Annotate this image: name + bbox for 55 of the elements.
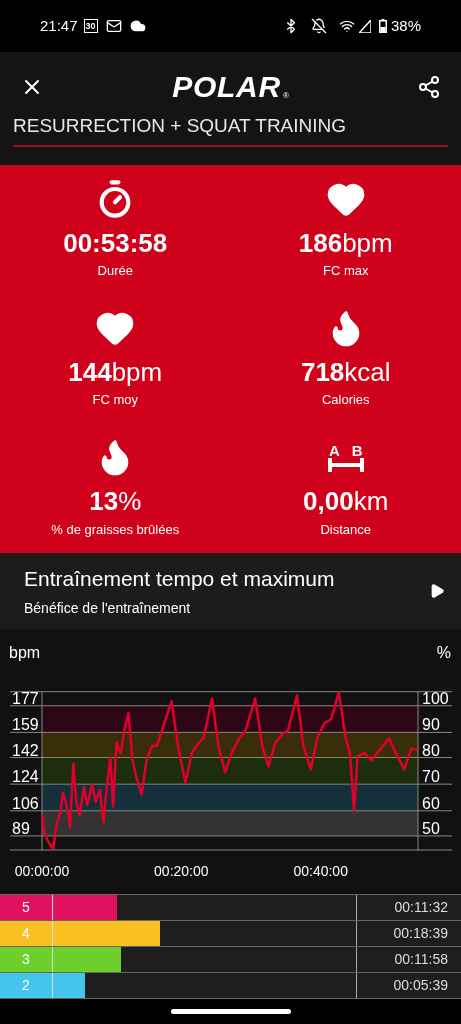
y-tick-label: 106 [12,794,39,812]
wifi-icon [338,18,355,34]
zone-time: 00:11:32 [393,898,449,917]
zone-time: 00:05:39 [392,976,449,995]
zone-time: 00:18:39 [392,924,449,943]
share-button[interactable] [417,75,441,99]
play-icon [429,583,445,599]
cloud-icon [129,18,146,34]
status-time: 21:47 [40,15,78,36]
percent-tick-label: 70 [422,768,440,786]
percent-axis-unit: % [436,643,451,663]
x-tick-label: 00:40:00 [293,863,348,879]
stat-value: 186bpm [298,226,393,260]
zone-number: 2 [0,973,53,998]
stat-value: 144bpm [68,356,163,389]
y-tick-label: 177 [12,689,39,707]
stat-value: 00:53:58 [63,226,168,260]
zone-number: 4 [0,921,53,946]
ruler-icon [327,457,364,472]
y-tick-label: 89 [12,819,30,837]
percent-tick-label: 100 [422,689,449,707]
x-tick-label: 00:20:00 [154,863,209,879]
mail-icon [105,18,122,34]
battery-icon [378,19,387,33]
stat-value: 718kcal [300,356,391,389]
percent-tick-label: 80 [422,741,440,759]
battery-percent: 38% [390,15,421,36]
stat-label: FC max [323,262,369,281]
x-tick-label: 00:00:00 [14,863,70,879]
zone-number: 5 [0,895,53,920]
stat-value: 0,00km [303,485,389,518]
stat-value: 13% [89,485,142,518]
workout-title: RESURRECTION + SQUAT TRAINING [13,115,347,136]
distance-letter: A [328,442,340,458]
stat-label: Distance [320,520,372,539]
mute-icon [310,18,327,34]
zone-number: 3 [0,947,53,972]
stat-label: % de graisses brûlées [51,520,180,539]
training-benefit-row[interactable]: Entraînement tempo et maximum Bénéfice de l'entraînement [0,553,461,629]
y-tick-label: 124 [12,768,39,786]
distance-letter: B [351,442,363,458]
logo: POLAR® [172,72,289,102]
stat-label: Calories [321,391,370,410]
calendar-icon: 30 [83,19,98,33]
signal-icon [358,19,371,33]
y-tick-label: 159 [12,716,39,734]
stat-label: FC moy [92,391,138,410]
percent-tick-label: 50 [422,819,440,837]
bpm-axis-unit: bpm [9,643,41,663]
zone-time: 00:11:58 [393,950,449,969]
percent-tick-label: 60 [422,794,440,812]
percent-tick-label: 90 [422,716,440,734]
stat-label: Durée [97,262,133,281]
share-icon [417,75,441,99]
y-tick-label: 142 [12,741,39,759]
